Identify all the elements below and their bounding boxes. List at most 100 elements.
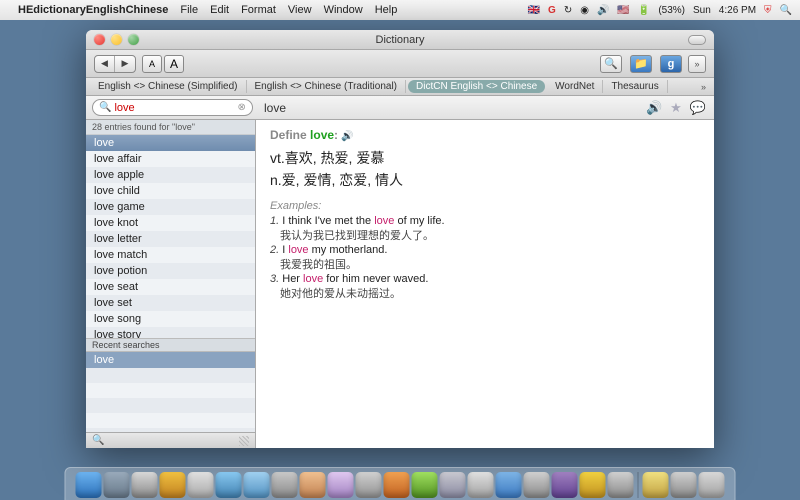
headword-display: love bbox=[264, 101, 646, 115]
system-menubar: HEdictionaryEnglishChinese File Edit For… bbox=[0, 0, 800, 20]
font-larger-button[interactable]: A bbox=[164, 55, 184, 73]
menu-window[interactable]: Window bbox=[324, 4, 363, 16]
results-count: 28 entries found for "love" bbox=[86, 120, 255, 135]
tab-traditional[interactable]: English <> Chinese (Traditional) bbox=[247, 80, 406, 93]
list-item[interactable]: love affair bbox=[86, 151, 255, 167]
dock-app-icon[interactable] bbox=[160, 472, 186, 498]
tab-simplified[interactable]: English <> Chinese (Simplified) bbox=[90, 80, 247, 93]
clear-search-button[interactable]: ⊗ bbox=[237, 102, 245, 113]
list-item[interactable]: love song bbox=[86, 311, 255, 327]
spotlight-icon[interactable]: 🔍 bbox=[780, 5, 792, 16]
menu-view[interactable]: View bbox=[288, 4, 312, 16]
folder-tool-button[interactable]: 📁 bbox=[630, 55, 652, 73]
search-field-wrapper: 🔍 ⊗ bbox=[92, 99, 253, 116]
list-item[interactable]: love apple bbox=[86, 167, 255, 183]
dock-app-icon[interactable] bbox=[272, 472, 298, 498]
audio-icon[interactable]: 🔊 bbox=[341, 131, 353, 142]
menu-edit[interactable]: Edit bbox=[210, 4, 229, 16]
search-input[interactable] bbox=[114, 102, 237, 114]
dictionary-window: Dictionary ◀ ▶ A A 🔍 📁 g » English <> Ch… bbox=[86, 30, 714, 448]
dock-app-icon[interactable] bbox=[440, 472, 466, 498]
search-row: 🔍 ⊗ love 🔊 ★ 💬 bbox=[86, 96, 714, 120]
list-item[interactable]: love child bbox=[86, 183, 255, 199]
dock-app-icon[interactable] bbox=[643, 472, 669, 498]
dock-divider bbox=[638, 472, 639, 498]
sync-icon[interactable]: ↻ bbox=[564, 5, 572, 16]
dock-app-icon[interactable] bbox=[188, 472, 214, 498]
dock-app-icon[interactable] bbox=[356, 472, 382, 498]
dock-app-icon[interactable] bbox=[104, 472, 130, 498]
recent-searches-header: Recent searches bbox=[86, 338, 255, 352]
definition-line: n.爱, 爱情, 恋爱, 情人 bbox=[270, 170, 700, 190]
recent-item[interactable]: love bbox=[86, 352, 255, 368]
definition-pane[interactable]: Define love: 🔊 vt.喜欢, 热爱, 爱慕 n.爱, 爱情, 恋爱… bbox=[256, 120, 714, 448]
recent-list[interactable]: love bbox=[86, 352, 255, 432]
entries-list[interactable]: love love affair love apple love child l… bbox=[86, 135, 255, 338]
dock-app-icon[interactable] bbox=[580, 472, 606, 498]
battery-icon[interactable]: 🔋 bbox=[638, 5, 650, 16]
flag-icon[interactable]: 🇬🇧 bbox=[528, 5, 540, 16]
list-item[interactable]: love story bbox=[86, 327, 255, 338]
dock-app-icon[interactable] bbox=[608, 472, 634, 498]
dock-app-icon[interactable] bbox=[132, 472, 158, 498]
tab-thesaurus[interactable]: Thesaurus bbox=[603, 80, 667, 93]
dock-app-icon[interactable] bbox=[496, 472, 522, 498]
font-smaller-button[interactable]: A bbox=[142, 55, 162, 73]
tab-dictcn[interactable]: DictCN English <> Chinese bbox=[408, 80, 545, 93]
sidebar: 28 entries found for "love" love love af… bbox=[86, 120, 256, 448]
list-item[interactable]: love bbox=[86, 135, 255, 151]
menu-file[interactable]: File bbox=[180, 4, 198, 16]
search-icon: 🔍 bbox=[99, 102, 111, 113]
dock-trash-icon[interactable] bbox=[699, 472, 725, 498]
definition-line: vt.喜欢, 热爱, 爱慕 bbox=[270, 148, 700, 168]
list-item[interactable]: love knot bbox=[86, 215, 255, 231]
speak-icon[interactable]: 🔊 bbox=[646, 100, 662, 116]
example-line: 1. I think I've met the love of my life.… bbox=[270, 215, 700, 243]
wifi-icon[interactable]: ◉ bbox=[580, 5, 589, 16]
volume-icon[interactable]: 🔊 bbox=[597, 5, 609, 16]
titlebar[interactable]: Dictionary bbox=[86, 30, 714, 50]
dock-app-icon[interactable] bbox=[384, 472, 410, 498]
toolbar-toggle-button[interactable] bbox=[688, 35, 706, 45]
list-item[interactable]: love seat bbox=[86, 279, 255, 295]
app-name[interactable]: HEdictionaryEnglishChinese bbox=[18, 4, 168, 16]
dock-app-icon[interactable] bbox=[244, 472, 270, 498]
list-item[interactable]: love match bbox=[86, 247, 255, 263]
list-item[interactable]: love set bbox=[86, 295, 255, 311]
nav-forward-button[interactable]: ▶ bbox=[115, 56, 135, 72]
dock bbox=[65, 467, 736, 500]
us-flag-icon[interactable]: 🇺🇸 bbox=[617, 5, 629, 16]
list-item[interactable]: love potion bbox=[86, 263, 255, 279]
nav-back-button[interactable]: ◀ bbox=[95, 56, 115, 72]
dock-app-icon[interactable] bbox=[412, 472, 438, 498]
dock-app-icon[interactable] bbox=[552, 472, 578, 498]
recent-empty-rows bbox=[86, 368, 255, 432]
menu-format[interactable]: Format bbox=[241, 4, 276, 16]
clock-time: 4:26 PM bbox=[719, 5, 756, 16]
zoom-tool-button[interactable]: 🔍 bbox=[600, 55, 622, 73]
dock-app-icon[interactable] bbox=[328, 472, 354, 498]
list-item[interactable]: love letter bbox=[86, 231, 255, 247]
dock-finder-icon[interactable] bbox=[76, 472, 102, 498]
list-item[interactable]: love game bbox=[86, 199, 255, 215]
dock-app-icon[interactable] bbox=[671, 472, 697, 498]
toolbar-overflow-button[interactable]: » bbox=[688, 55, 706, 73]
battery-percent: (53%) bbox=[658, 5, 685, 16]
shield-icon[interactable]: ⛨ bbox=[764, 5, 772, 16]
resize-handle[interactable] bbox=[239, 436, 249, 446]
google-icon[interactable]: G bbox=[548, 5, 556, 16]
dock-app-icon[interactable] bbox=[300, 472, 326, 498]
note-icon[interactable]: 💬 bbox=[690, 100, 706, 116]
dock-app-icon[interactable] bbox=[524, 472, 550, 498]
spotlight-footer-icon[interactable]: 🔍 bbox=[92, 435, 104, 446]
menu-help[interactable]: Help bbox=[375, 4, 398, 16]
dock-app-icon[interactable] bbox=[216, 472, 242, 498]
sidebar-footer: 🔍 bbox=[86, 432, 255, 448]
dictionary-tabs: English <> Chinese (Simplified) English … bbox=[86, 78, 714, 96]
favorite-icon[interactable]: ★ bbox=[670, 100, 682, 116]
status-icons: 🇬🇧 G ↻ ◉ 🔊 🇺🇸 🔋 (53%) Sun 4:26 PM ⛨ 🔍 bbox=[528, 5, 792, 16]
dock-app-icon[interactable] bbox=[468, 472, 494, 498]
tab-wordnet[interactable]: WordNet bbox=[547, 80, 603, 93]
tabs-overflow-button[interactable]: » bbox=[701, 82, 710, 92]
google-tool-button[interactable]: g bbox=[660, 55, 682, 73]
